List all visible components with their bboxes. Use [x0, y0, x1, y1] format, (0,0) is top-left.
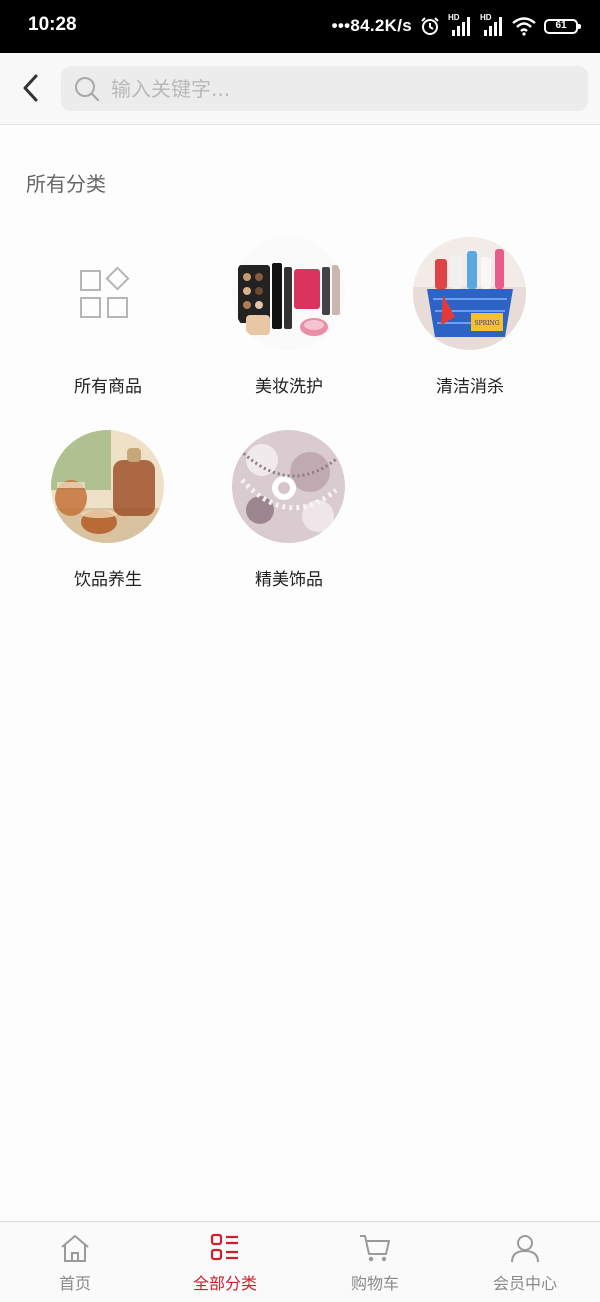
category-all-products[interactable]: 所有商品 [18, 237, 198, 412]
battery-level: 61 [555, 20, 567, 31]
category-label: 美妆洗护 [255, 377, 323, 397]
jewelry-image [232, 430, 345, 543]
home-icon [59, 1232, 91, 1264]
chevron-left-icon [23, 74, 38, 102]
section-title: 所有分类 [26, 172, 106, 196]
category-jewelry[interactable]: 精美饰品 [199, 430, 379, 605]
network-speed: •••84.2K/s [331, 16, 412, 35]
category-label: 清洁消杀 [436, 377, 504, 397]
category-cleaning[interactable]: SPRING 清洁消杀 [380, 237, 560, 412]
cart-icon [358, 1232, 392, 1264]
category-list-icon [210, 1232, 240, 1264]
header-bar [0, 53, 600, 125]
battery-icon: 61 [544, 18, 581, 34]
tab-home[interactable]: 首页 [0, 1222, 150, 1302]
category-drinks[interactable]: 饮品养生 [18, 430, 198, 605]
tab-label: 会员中心 [492, 1274, 557, 1293]
signal-icon: HD [448, 13, 472, 37]
category-cosmetics[interactable]: 美妆洗护 [199, 237, 379, 412]
status-bar: 10:28 •••84.2K/s HD HD 61 [0, 0, 600, 53]
cosmetics-image [232, 237, 345, 350]
tab-member-center[interactable]: 会员中心 [450, 1222, 600, 1302]
user-icon [510, 1232, 540, 1264]
alarm-icon [421, 17, 439, 35]
category-label: 饮品养生 [74, 570, 142, 590]
tab-label: 全部分类 [192, 1274, 257, 1293]
search-icon [73, 75, 101, 103]
search-input[interactable] [109, 75, 553, 102]
signal-icon: HD [480, 13, 504, 37]
search-box[interactable] [61, 66, 588, 111]
wifi-icon [512, 17, 536, 36]
category-label: 所有商品 [74, 377, 142, 397]
status-icons: •••84.2K/s HD HD 61 [331, 12, 581, 40]
grid-icon [51, 237, 164, 350]
tab-all-categories[interactable]: 全部分类 [150, 1222, 300, 1302]
tab-label: 首页 [58, 1274, 91, 1293]
cleaning-supplies-image: SPRING [413, 237, 526, 350]
tea-drinks-image [51, 430, 164, 543]
category-label: 精美饰品 [255, 570, 323, 590]
tab-bar: 首页 全部分类 购物车 会员中心 [0, 1221, 600, 1302]
status-time: 10:28 [28, 14, 77, 35]
back-button[interactable] [12, 69, 50, 107]
svg-text:SPRING: SPRING [474, 320, 499, 327]
tab-label: 购物车 [350, 1274, 399, 1293]
tab-cart[interactable]: 购物车 [300, 1222, 450, 1302]
